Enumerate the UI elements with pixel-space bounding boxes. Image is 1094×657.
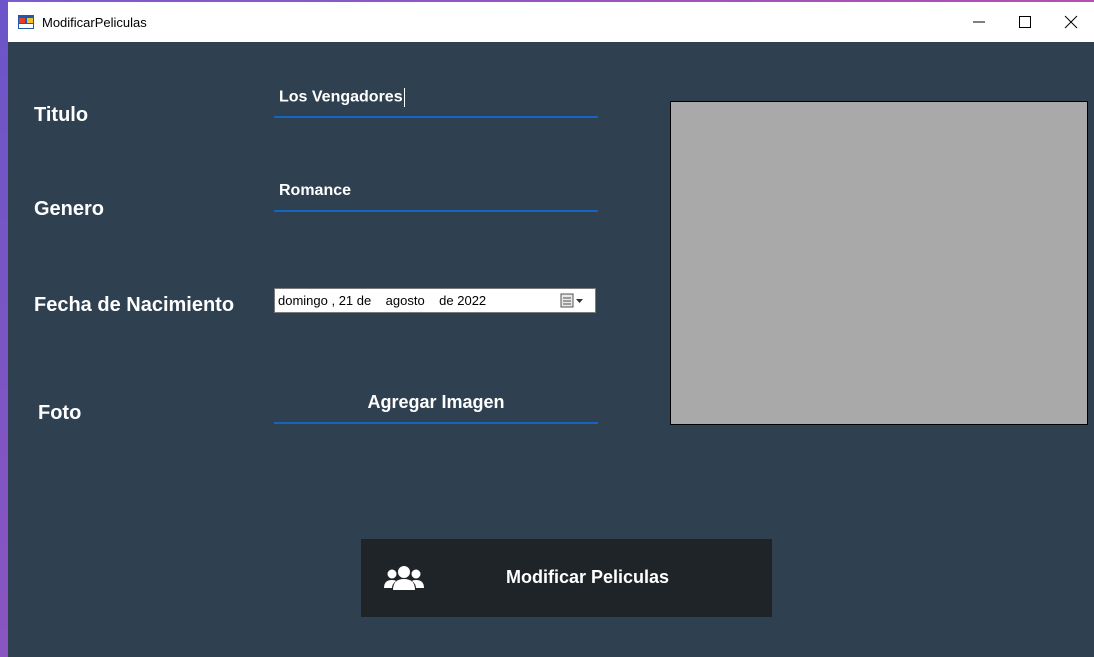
movie-picture-box [670, 101, 1088, 425]
modificar-peliculas-button[interactable]: Modificar Peliculas [361, 539, 772, 617]
app-window-icon [18, 15, 34, 29]
users-icon [384, 566, 424, 590]
titulo-field[interactable]: Los Vengadores [274, 88, 598, 118]
foto-label: Foto [38, 402, 82, 424]
titulo-value: Los Vengadores [279, 88, 403, 106]
window-title: ModificarPeliculas [42, 14, 147, 30]
maximize-button[interactable] [1002, 2, 1048, 42]
genero-field[interactable]: Romance [274, 182, 598, 212]
fecha-label: Fecha de Nacimiento [34, 294, 235, 316]
modificar-peliculas-label: Modificar Peliculas [506, 567, 670, 587]
window-frame-left [0, 0, 8, 657]
titulo-input[interactable]: Los Vengadores [279, 88, 405, 107]
agregar-imagen-button[interactable]: Agregar Imagen [274, 388, 598, 424]
minimize-button[interactable] [956, 2, 1002, 42]
genero-input[interactable]: Romance [279, 182, 351, 200]
minimize-icon [973, 21, 985, 23]
agregar-imagen-label: Agregar Imagen [367, 392, 505, 412]
window-controls [956, 2, 1094, 42]
close-icon [1064, 15, 1078, 29]
maximize-icon [1019, 16, 1031, 28]
calendar-dropdown-icon [560, 293, 583, 308]
text-caret [403, 88, 405, 107]
calendar-dropdown-button[interactable] [559, 292, 591, 309]
close-button[interactable] [1048, 2, 1094, 42]
title-bar[interactable]: ModificarPeliculas [8, 2, 1094, 42]
genero-label: Genero [34, 198, 105, 220]
form-client-area: Titulo Los Vengadores Genero Romance Fec… [8, 42, 1094, 657]
fecha-datepicker[interactable]: domingo , 21 de agosto de 2022 [274, 288, 596, 313]
fecha-value: domingo , 21 de agosto de 2022 [278, 293, 487, 308]
titulo-label: Titulo [34, 104, 89, 126]
